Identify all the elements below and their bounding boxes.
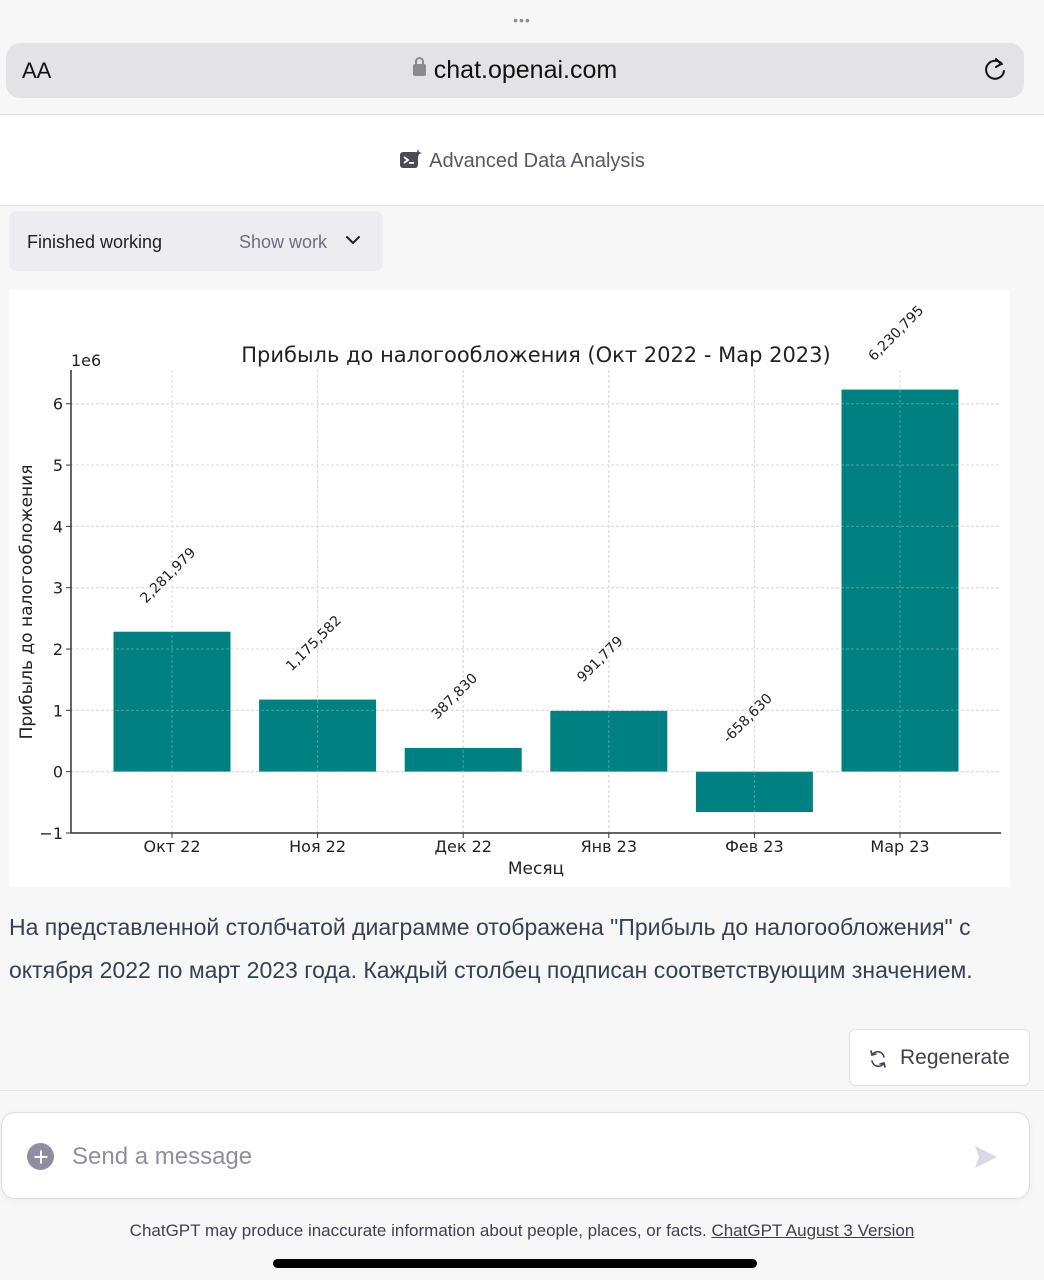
x-tick-label: Мар 23: [870, 837, 929, 856]
divider: [0, 1090, 1044, 1091]
data-label: 387,830: [429, 670, 481, 722]
y-tick-label: 5: [53, 456, 63, 475]
x-tick-label: Дек 22: [434, 837, 491, 856]
refresh-icon: [870, 1050, 886, 1068]
x-tick-label: Янв 23: [581, 837, 637, 856]
x-axis-label: Месяц: [508, 859, 564, 879]
data-labels: 2,281,979 1,175,582 387,830 991,779 -658,630…: [138, 303, 928, 747]
message-input[interactable]: [72, 1137, 952, 1177]
data-label: -658,630: [720, 691, 776, 747]
x-tick-label: Окт 22: [143, 837, 200, 856]
data-label: 6,230,795: [866, 303, 928, 365]
y-tick-label: 3: [53, 579, 63, 598]
y-tick-label: 0: [53, 763, 63, 782]
y-tick-label: 4: [53, 517, 63, 536]
assistant-message: На представленной столбчатой диаграмме о…: [9, 914, 973, 983]
disclaimer-text: ChatGPT may produce inaccurate informati…: [129, 1221, 712, 1240]
plus-icon[interactable]: [27, 1143, 54, 1170]
y-tick-label: −1: [39, 824, 63, 843]
version-link[interactable]: ChatGPT August 3 Version: [711, 1221, 914, 1240]
y-tick-label: 6: [53, 395, 63, 414]
y-scale-label: 1e6: [71, 351, 101, 370]
data-label: 2,281,979: [138, 545, 200, 607]
footer-disclaimer: ChatGPT may produce inaccurate informati…: [0, 1221, 1044, 1241]
bar-chart: −1 0 1 2 3 4 5 6 Окт 22 Ноя 22 Дек 22 Янв 23 Фев 23 М…: [17, 303, 1001, 879]
x-tick-label: Ноя 22: [289, 837, 346, 856]
x-tick-label: Фев 23: [725, 837, 784, 856]
send-icon[interactable]: [973, 1144, 999, 1170]
chart-title: Прибыль до налогообложения (Окт 2022 - М…: [241, 343, 830, 367]
y-axis-label: Прибыль до налогообложения: [17, 465, 37, 740]
regenerate-button[interactable]: Regenerate: [849, 1029, 1030, 1086]
data-label: 991,779: [574, 633, 626, 685]
chart-image: −1 0 1 2 3 4 5 6 Окт 22 Ноя 22 Дек 22 Янв 23 Фев 23 М…: [9, 290, 1010, 887]
bars: [113, 389, 959, 813]
y-tick-label: 1: [53, 701, 63, 720]
regenerate-label: Regenerate: [900, 1046, 1010, 1069]
message-composer[interactable]: [1, 1112, 1030, 1199]
home-indicator: [273, 1259, 757, 1268]
y-tick-label: 2: [53, 640, 63, 659]
data-label: 1,175,582: [283, 613, 345, 675]
